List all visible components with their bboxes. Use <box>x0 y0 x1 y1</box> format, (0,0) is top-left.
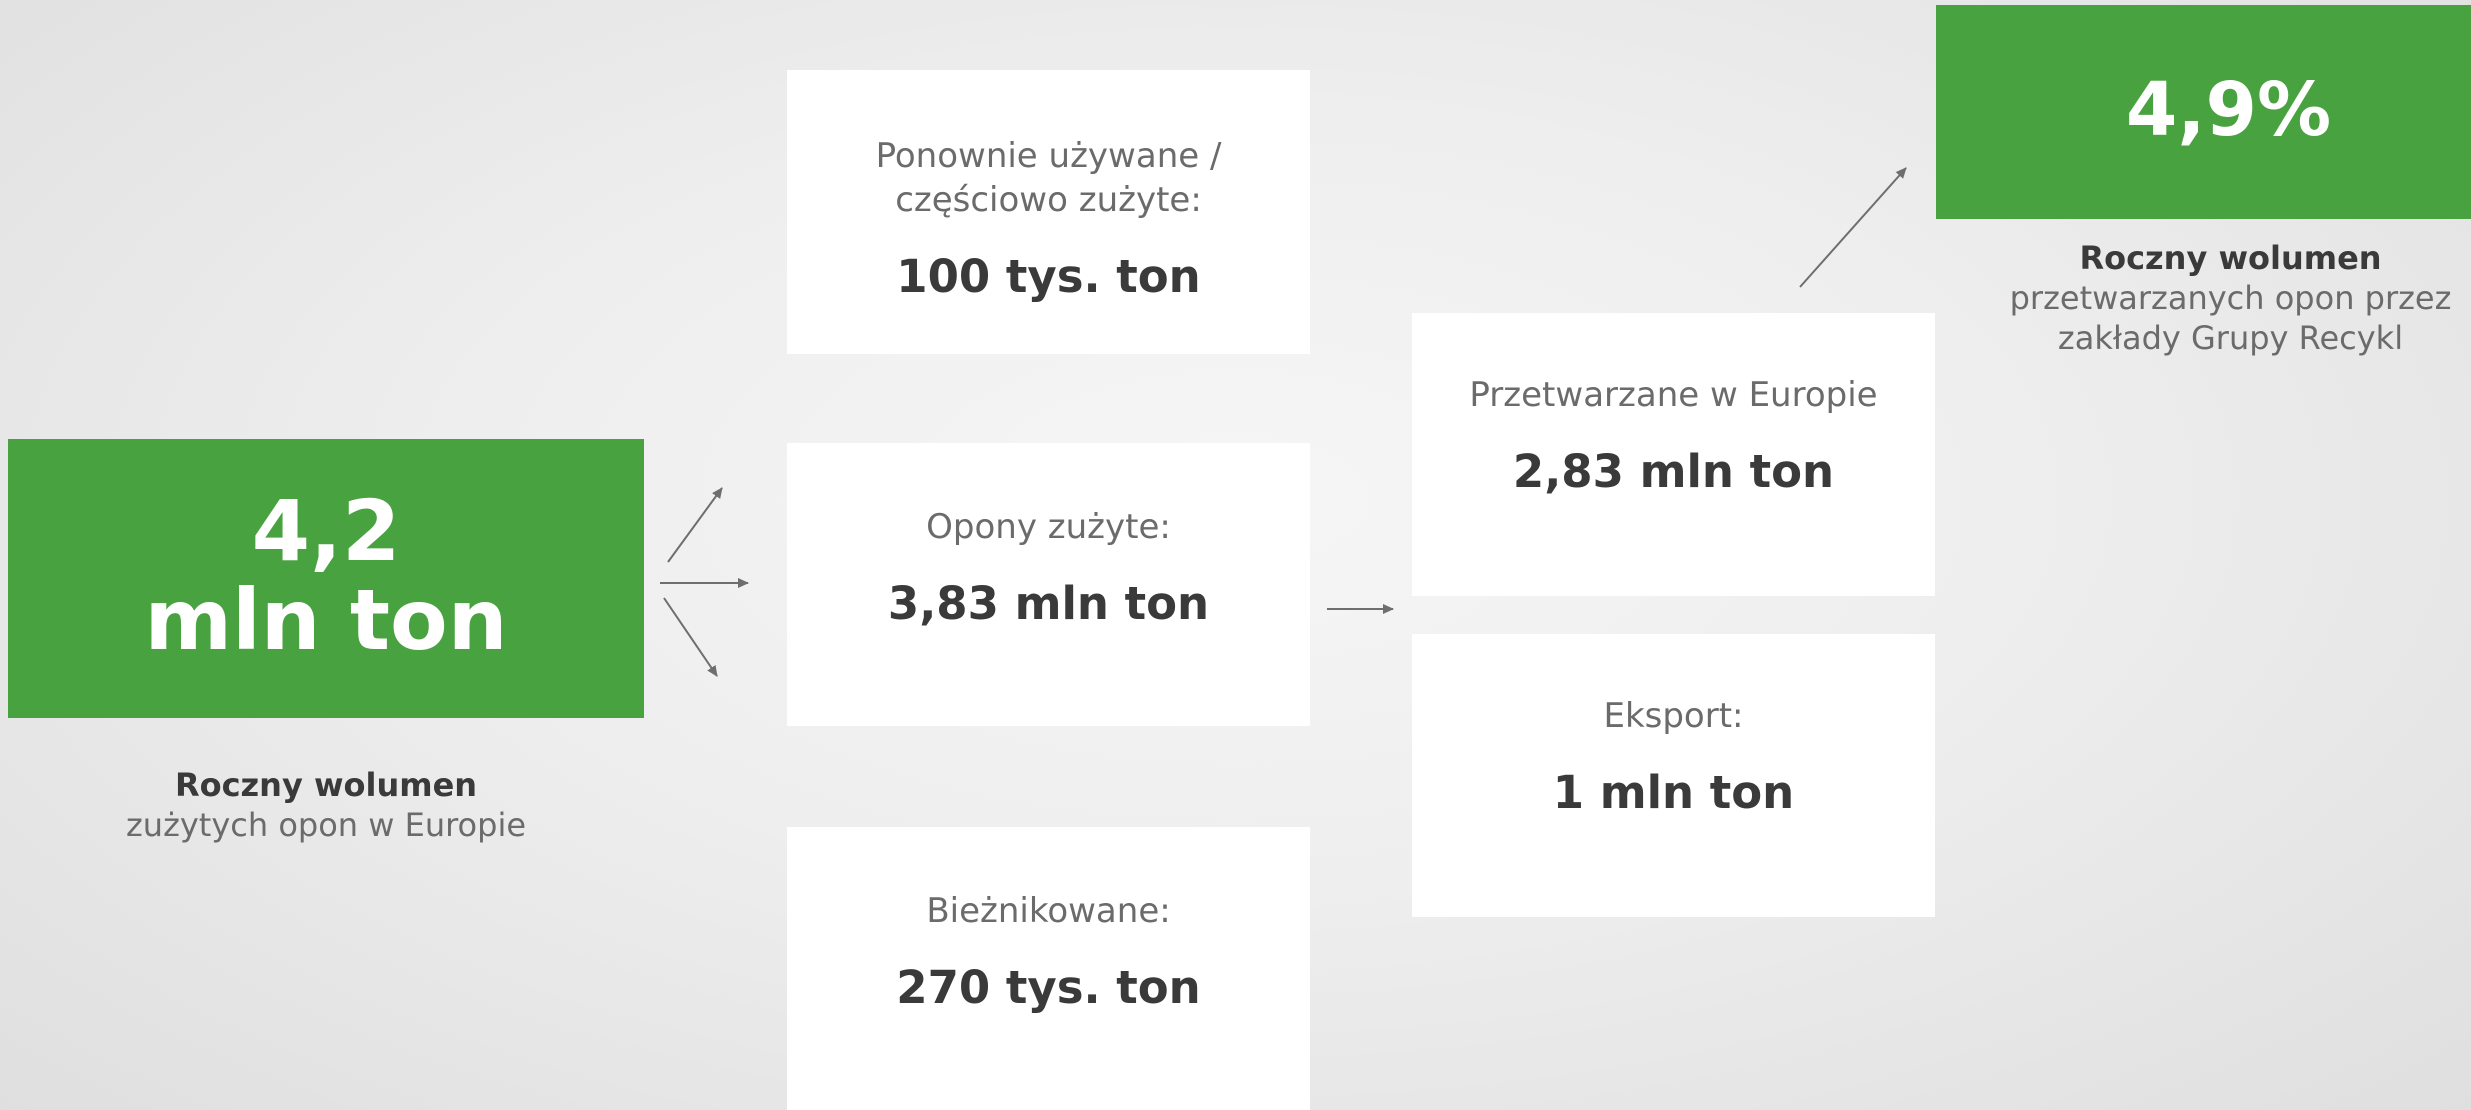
total-volume-value: 4,2 <box>251 482 401 580</box>
arrow-to-reused <box>667 487 723 563</box>
export-label: Eksport: <box>1603 696 1744 736</box>
export-box: Eksport: 1 mln ton <box>1412 634 1935 917</box>
arrow-to-retreaded <box>663 597 718 677</box>
share-caption-line2: zakłady Grupy Recykl <box>2057 319 2404 357</box>
share-caption-line1: przetwarzanych opon przez <box>2009 279 2452 317</box>
used-value: 3,83 mln ton <box>887 577 1210 631</box>
arrow-to-share <box>1799 167 1907 288</box>
processed-value: 2,83 mln ton <box>1512 445 1835 499</box>
share-caption: Roczny wolumen przetwarzanych opon przez… <box>1990 238 2471 358</box>
retreaded-box: Bieżnikowane: 270 tys. ton <box>787 827 1310 1110</box>
total-volume-box: 4,2 mln ton <box>8 439 644 718</box>
total-volume-unit: mln ton <box>144 571 508 669</box>
share-box: 4,9% <box>1936 5 2471 219</box>
processed-box: Przetwarzane w Europie 2,83 mln ton <box>1412 313 1935 596</box>
retreaded-label: Bieżnikowane: <box>926 891 1171 931</box>
processed-label: Przetwarzane w Europie <box>1469 375 1878 415</box>
total-volume-caption-text: zużytych opon w Europie <box>125 806 527 844</box>
reused-label-line2: częściowo zużyte: <box>895 180 1202 221</box>
retreaded-value: 270 tys. ton <box>896 961 1201 1015</box>
reused-value: 100 tys. ton <box>896 250 1201 304</box>
used-box: Opony zużyte: 3,83 mln ton <box>787 443 1310 726</box>
share-caption-title: Roczny wolumen <box>2079 239 2382 277</box>
reused-box: Ponownie używane / częściowo zużyte: 100… <box>787 70 1310 354</box>
export-value: 1 mln ton <box>1552 766 1795 820</box>
reused-label-line1: Ponownie używane / <box>875 136 1222 176</box>
share-value: 4,9% <box>2125 67 2332 153</box>
total-volume-caption-title: Roczny wolumen <box>174 766 478 804</box>
used-label: Opony zużyte: <box>926 507 1171 547</box>
total-volume-caption: Roczny wolumen zużytych opon w Europie <box>8 765 644 845</box>
